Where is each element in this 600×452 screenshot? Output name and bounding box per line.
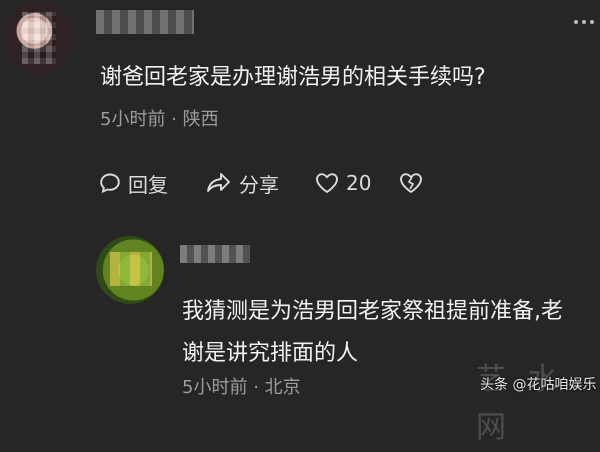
reply-time: 5小时前 — [182, 377, 248, 398]
heart-icon — [314, 171, 340, 195]
reply-username[interactable] — [180, 245, 250, 265]
username-blur-mask — [96, 10, 194, 34]
share-icon — [205, 171, 233, 195]
share-button[interactable]: 分享 — [205, 168, 279, 198]
like-button[interactable]: 20 — [314, 168, 371, 198]
username[interactable] — [96, 10, 256, 36]
meta-separator: · — [253, 377, 259, 398]
comment-time: 5小时前 — [100, 109, 166, 130]
reply-label: 回复 — [128, 172, 168, 197]
comment-text: 谢爸回老家是办理谢浩男的相关手续吗? — [100, 65, 486, 90]
share-label: 分享 — [239, 172, 279, 197]
reply-username-blur-mask — [180, 245, 250, 263]
comment-location: 陕西 — [182, 109, 219, 130]
dislike-button[interactable] — [398, 168, 424, 198]
like-count: 20 — [346, 171, 372, 195]
watermark: 头条 @花咕咱娱乐 — [480, 377, 597, 393]
reply-button[interactable]: 回复 — [98, 168, 168, 198]
reply-icon — [98, 171, 122, 195]
meta-separator: · — [171, 109, 177, 130]
broken-heart-icon — [398, 171, 424, 195]
comment-meta: 5小时前 · 陕西 — [100, 107, 219, 133]
more-options-icon[interactable] — [569, 10, 599, 34]
reply-avatar[interactable] — [96, 236, 164, 304]
reply-avatar-blur-mask — [110, 252, 152, 286]
avatar[interactable] — [2, 2, 74, 74]
reply-meta: 5小时前 · 北京 — [182, 375, 301, 401]
reply-location: 北京 — [264, 377, 301, 398]
avatar-blur-mask — [22, 12, 56, 64]
